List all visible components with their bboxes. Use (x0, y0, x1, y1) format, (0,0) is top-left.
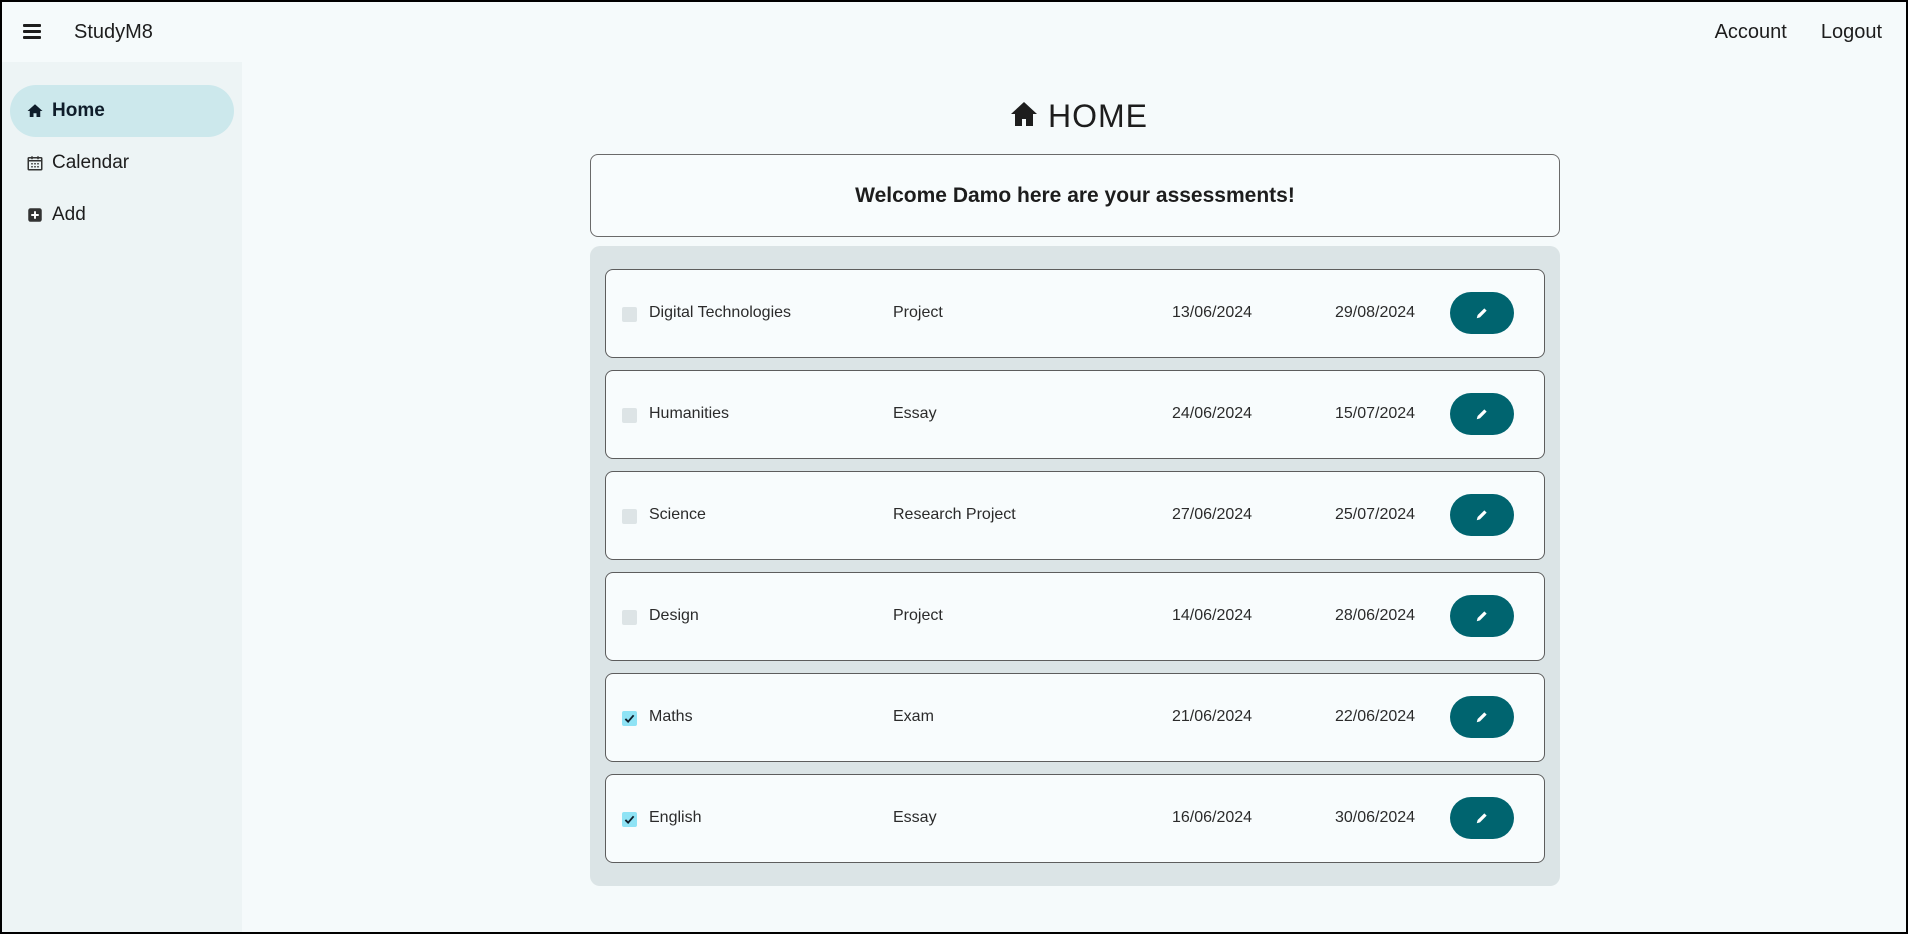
completed-checkbox[interactable] (622, 408, 637, 423)
edit-button[interactable] (1450, 494, 1514, 536)
table-row: Humanities Essay 24/06/2024 15/07/2024 (605, 370, 1545, 459)
type-cell: Essay (893, 809, 937, 826)
calendar-icon (26, 154, 44, 172)
subject-cell: Digital Technologies (649, 304, 792, 321)
completed-checkbox[interactable] (622, 307, 637, 322)
start-date-cell: 21/06/2024 (1172, 708, 1253, 725)
pencil-icon (1476, 712, 1487, 723)
checkmark-icon (624, 714, 635, 724)
pencil-icon (1476, 510, 1487, 521)
sidebar-item-calendar[interactable]: Calendar (10, 137, 234, 189)
edit-button[interactable] (1450, 696, 1514, 738)
sidebar-item-home[interactable]: Home (10, 85, 234, 137)
type-cell: Research Project (893, 506, 1016, 523)
start-date-cell: 24/06/2024 (1172, 405, 1253, 422)
edit-button[interactable] (1450, 797, 1514, 839)
due-date-cell: 28/06/2024 (1335, 607, 1416, 624)
subject-cell: Maths (649, 708, 693, 725)
type-cell: Essay (893, 405, 937, 422)
completed-checkbox[interactable] (622, 509, 637, 524)
hamburger-icon[interactable] (22, 22, 44, 40)
page-title: HOME (1048, 97, 1148, 134)
sidebar: Home Calendar Add (2, 62, 242, 932)
assessment-list: Digital Technologies Project 13/06/2024 … (590, 246, 1560, 886)
table-row: Science Research Project 27/06/2024 25/0… (605, 471, 1545, 560)
completed-checkbox[interactable] (622, 812, 637, 827)
table-row: Digital Technologies Project 13/06/2024 … (605, 269, 1545, 358)
table-row: English Essay 16/06/2024 30/06/2024 (605, 774, 1545, 863)
table-row: Design Project 14/06/2024 28/06/2024 (605, 572, 1545, 661)
welcome-banner: Welcome Damo here are your assessments! (590, 154, 1560, 237)
subject-cell: Humanities (649, 405, 730, 422)
logout-link[interactable]: Logout (1821, 21, 1882, 44)
plus-square-icon (26, 206, 44, 224)
start-date-cell: 16/06/2024 (1172, 809, 1253, 826)
pencil-icon (1476, 409, 1487, 420)
edit-button[interactable] (1450, 292, 1514, 334)
home-icon (26, 102, 44, 120)
checkmark-icon (624, 815, 635, 825)
start-date-cell: 27/06/2024 (1172, 506, 1253, 523)
sidebar-item-add[interactable]: Add (10, 189, 234, 241)
type-cell: Project (893, 304, 943, 321)
welcome-text: Welcome Damo here are your assessments! (855, 183, 1295, 207)
page-heading: HOME (1010, 96, 1148, 136)
due-date-cell: 22/06/2024 (1335, 708, 1416, 725)
subject-cell: Science (649, 506, 706, 523)
account-link[interactable]: Account (1715, 21, 1787, 44)
top-bar: StudyM8 Account Logout (0, 0, 1908, 62)
due-date-cell: 25/07/2024 (1335, 506, 1416, 523)
start-date-cell: 14/06/2024 (1172, 607, 1253, 624)
start-date-cell: 13/06/2024 (1172, 304, 1253, 321)
due-date-cell: 29/08/2024 (1335, 304, 1416, 321)
type-cell: Exam (893, 708, 934, 725)
home-icon (1010, 101, 1038, 132)
completed-checkbox[interactable] (622, 711, 637, 726)
app-title: StudyM8 (74, 21, 153, 43)
sidebar-item-label: Calendar (52, 152, 130, 173)
pencil-icon (1476, 308, 1487, 319)
completed-checkbox[interactable] (622, 610, 637, 625)
table-row: Maths Exam 21/06/2024 22/06/2024 (605, 673, 1545, 762)
subject-cell: Design (649, 607, 699, 624)
sidebar-item-label: Home (52, 100, 105, 121)
due-date-cell: 15/07/2024 (1335, 405, 1416, 422)
edit-button[interactable] (1450, 595, 1514, 637)
subject-cell: English (649, 809, 702, 826)
edit-button[interactable] (1450, 393, 1514, 435)
pencil-icon (1476, 611, 1487, 622)
due-date-cell: 30/06/2024 (1335, 809, 1416, 826)
pencil-icon (1476, 813, 1487, 824)
top-links: Account Logout (1715, 21, 1882, 44)
sidebar-item-label: Add (52, 204, 86, 225)
type-cell: Project (893, 607, 943, 624)
